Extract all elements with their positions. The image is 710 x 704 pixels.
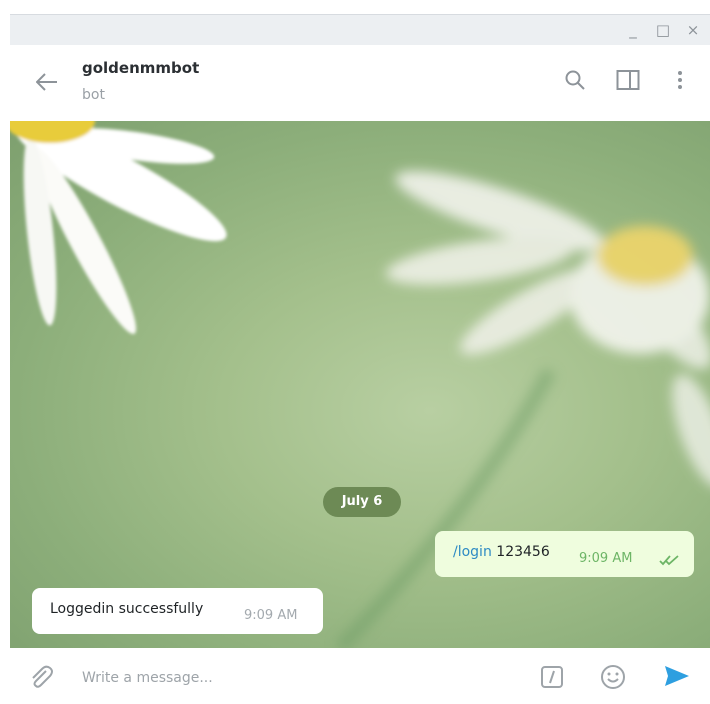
back-arrow-icon[interactable] [36,73,58,91]
message-text: Loggedin successfully [50,601,204,617]
command-argument: 123456 [496,544,550,560]
send-icon[interactable] [664,664,690,688]
close-button[interactable]: × [682,20,704,40]
message-composer: Write a message... [10,648,710,704]
message-input[interactable]: Write a message... [82,670,213,686]
bot-command-icon[interactable] [540,665,564,689]
more-vertical-icon[interactable] [676,69,684,91]
incoming-message[interactable]: Loggedin successfully 9:09 AM [32,588,323,634]
sidebar-panel-icon[interactable] [616,69,640,91]
maximize-button[interactable]: □ [652,20,674,40]
message-time: 9:09 AM [244,608,298,623]
top-strip [0,0,710,14]
chat-title[interactable]: goldenmmbot [82,59,199,77]
message-time: 9:09 AM [579,551,633,566]
emoji-icon[interactable] [600,664,626,690]
outgoing-message[interactable]: /login 123456 9:09 AM [435,531,694,577]
search-icon[interactable] [564,69,586,91]
date-separator: July 6 [323,487,401,517]
chat-header: goldenmmbot bot [10,45,710,121]
chat-area: July 6 /login 123456 9:09 AM Loggedin su… [10,121,710,648]
attach-icon[interactable] [28,664,54,690]
minimize-button[interactable]: _ [622,20,644,40]
read-double-check-icon [659,555,679,566]
bot-command-link[interactable]: /login [453,544,492,560]
window-titlebar: _ □ × [10,14,710,46]
message-text: /login 123456 [453,544,550,560]
chat-subtitle: bot [82,87,105,103]
